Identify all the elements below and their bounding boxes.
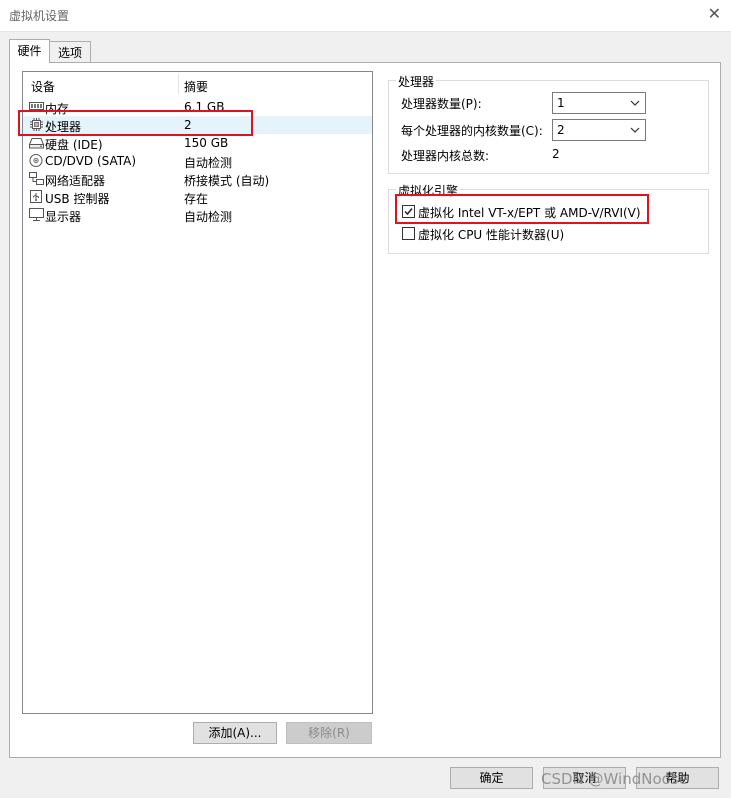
column-divider[interactable]: [178, 74, 179, 94]
usb-controller-icon: [29, 190, 44, 203]
network-adapter-icon: [29, 172, 44, 185]
window-title: 虚拟机设置: [9, 9, 70, 23]
device-summary: 自动检测: [184, 156, 233, 170]
device-row-network-adapter[interactable]: 网络适配器 桥接模式 (自动): [23, 170, 372, 188]
remove-button[interactable]: 移除(R): [286, 722, 372, 744]
num-processors-select[interactable]: 1: [552, 92, 646, 114]
title-bar: 虚拟机设置 ✕: [0, 0, 731, 32]
hard-disk-icon: [28, 136, 45, 149]
device-name: USB 控制器: [45, 192, 110, 206]
total-cores-value: 2: [552, 147, 560, 161]
num-processors-label: 处理器数量(P):: [401, 97, 482, 111]
processor-icon: [29, 118, 44, 131]
device-row-cd-dvd[interactable]: CD/DVD (SATA) 自动检测: [23, 152, 372, 170]
chevron-down-icon: [629, 97, 641, 109]
cores-per-processor-select[interactable]: 2: [552, 119, 646, 141]
virtualization-engine-group: 虚拟化引擎: [388, 182, 709, 254]
tab-options[interactable]: 选项: [50, 41, 91, 63]
ok-button[interactable]: 确定: [450, 767, 533, 789]
column-header-device[interactable]: 设备: [31, 78, 55, 95]
cores-per-processor-label: 每个处理器的内核数量(C):: [401, 124, 543, 138]
watermark-text: CSDN @WindNoose: [541, 770, 688, 788]
device-name: 处理器: [45, 120, 82, 134]
virtualization-group-title: 虚拟化引擎: [396, 182, 461, 199]
vtx-checkbox-label[interactable]: 虚拟化 Intel VT-x/EPT 或 AMD-V/RVI(V): [418, 204, 641, 221]
cd-dvd-icon: [29, 154, 44, 167]
processor-group-title: 处理器: [396, 73, 437, 90]
device-summary: 存在: [184, 192, 209, 206]
device-name: 网络适配器: [45, 174, 106, 188]
column-header-summary[interactable]: 摘要: [184, 78, 208, 95]
display-icon: [29, 208, 44, 221]
memory-icon: [29, 100, 44, 113]
vtx-checkbox[interactable]: [402, 205, 415, 218]
device-list[interactable]: 设备 摘要 内存 6.1 GB 处理器 2 硬盘 (IDE) 150 GB CD…: [22, 71, 373, 714]
num-processors-value: 1: [557, 96, 565, 110]
device-list-header: 设备 摘要: [23, 72, 372, 96]
device-name: 显示器: [45, 210, 82, 224]
chevron-down-icon: [629, 124, 641, 136]
device-row-usb-controller[interactable]: USB 控制器 存在: [23, 188, 372, 206]
tab-hardware[interactable]: 硬件: [9, 39, 50, 63]
total-cores-label: 处理器内核总数:: [401, 149, 490, 163]
close-icon[interactable]: ✕: [708, 4, 721, 24]
device-summary: 2: [184, 118, 192, 132]
device-name: 硬盘 (IDE): [45, 138, 103, 152]
device-name: CD/DVD (SATA): [45, 154, 137, 168]
cpu-counter-checkbox-label[interactable]: 虚拟化 CPU 性能计数器(U): [418, 226, 564, 243]
device-row-hard-disk[interactable]: 硬盘 (IDE) 150 GB: [23, 134, 372, 152]
cpu-counter-checkbox[interactable]: [402, 227, 415, 240]
device-summary: 150 GB: [184, 136, 229, 150]
device-row-processor[interactable]: 处理器 2: [23, 116, 372, 134]
device-summary: 桥接模式 (自动): [184, 174, 270, 188]
add-button[interactable]: 添加(A)...: [193, 722, 277, 744]
device-summary: 自动检测: [184, 210, 233, 224]
cores-per-processor-value: 2: [557, 123, 565, 137]
device-row-display[interactable]: 显示器 自动检测: [23, 206, 372, 224]
device-name: 内存: [45, 102, 70, 116]
device-row-memory[interactable]: 内存 6.1 GB: [23, 98, 372, 116]
device-summary: 6.1 GB: [184, 100, 225, 114]
